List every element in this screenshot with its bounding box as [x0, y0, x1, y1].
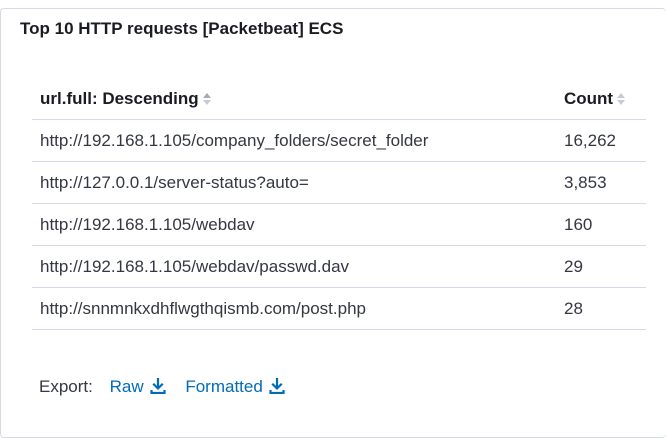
- export-raw-label[interactable]: Raw: [110, 377, 144, 396]
- table-row: http://192.168.1.105/webdav/passwd.dav 2…: [32, 245, 646, 288]
- export-formatted-link[interactable]: Formatted: [185, 377, 285, 396]
- column-header-url[interactable]: url.full: Descending: [32, 79, 556, 120]
- url-cell[interactable]: http://snnmnkxdhflwgthqismb.com/post.php: [32, 287, 556, 330]
- column-header-count-label[interactable]: Count: [564, 89, 613, 108]
- table-row: http://192.168.1.105/company_folders/sec…: [32, 119, 646, 162]
- export-row: Export: Raw Formatted: [39, 377, 300, 397]
- url-cell[interactable]: http://127.0.0.1/server-status?auto=: [32, 161, 556, 204]
- column-header-url-label[interactable]: url.full: Descending: [40, 89, 199, 108]
- count-cell: 16,262: [556, 119, 646, 162]
- url-cell[interactable]: http://192.168.1.105/company_folders/sec…: [32, 119, 556, 162]
- table-row: http://snnmnkxdhflwgthqismb.com/post.php…: [32, 287, 646, 330]
- count-cell: 29: [556, 245, 646, 288]
- sort-arrows-icon[interactable]: [202, 92, 212, 106]
- column-header-count[interactable]: Count: [556, 79, 646, 120]
- sort-arrows-icon[interactable]: [616, 92, 626, 106]
- table-row: http://192.168.1.105/webdav 160: [32, 203, 646, 246]
- export-formatted-label[interactable]: Formatted: [185, 377, 262, 396]
- url-cell[interactable]: http://192.168.1.105/webdav/passwd.dav: [32, 245, 556, 288]
- count-cell: 28: [556, 287, 646, 330]
- visualization-panel: Top 10 HTTP requests [Packetbeat] ECS ur…: [0, 8, 666, 438]
- count-cell: 160: [556, 203, 646, 246]
- data-table: url.full: Descending Count http://192.16…: [32, 79, 646, 330]
- panel-title: Top 10 HTTP requests [Packetbeat] ECS: [20, 19, 344, 38]
- count-cell: 3,853: [556, 161, 646, 204]
- table-row: http://127.0.0.1/server-status?auto= 3,8…: [32, 161, 646, 204]
- url-cell[interactable]: http://192.168.1.105/webdav: [32, 203, 556, 246]
- download-icon[interactable]: [150, 378, 166, 394]
- table-header-row: url.full: Descending Count: [32, 79, 646, 120]
- export-label: Export:: [39, 377, 93, 396]
- export-raw-link[interactable]: Raw: [110, 377, 166, 396]
- download-icon[interactable]: [269, 378, 285, 394]
